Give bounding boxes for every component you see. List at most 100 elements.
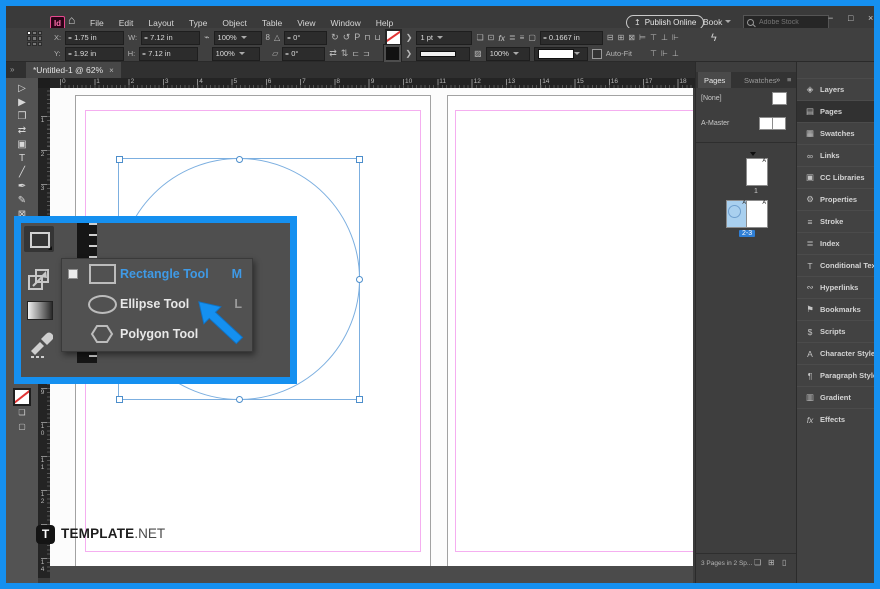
dock-item-swatches[interactable]: ▦Swatches [797,122,875,144]
menu-type[interactable]: Type [189,18,207,28]
scale-y-field[interactable]: 100% [212,47,260,61]
swatch-dropdown[interactable] [534,47,588,61]
w-field[interactable]: 7.12 in [141,31,200,45]
book-dropdown[interactable]: Book [703,15,731,28]
flyout-item-rectangle-tool[interactable]: Rectangle Tool M [62,259,252,289]
pen-tool[interactable]: ✒ [6,180,38,194]
menu-window[interactable]: Window [331,18,361,28]
menu-layout[interactable]: Layout [148,18,174,28]
stroke-style-dropdown[interactable] [416,47,470,61]
fill-stroke-proxy[interactable] [6,388,38,406]
dock-item-layers[interactable]: ◈Layers [797,78,875,100]
page-1-label[interactable]: 1 [754,188,758,195]
wrap-around-icon[interactable]: ≡ [520,34,525,42]
dock-item-scripts[interactable]: $Scripts [797,320,875,342]
eyedropper-tool[interactable] [27,327,53,359]
dock-item-bookmarks[interactable]: ⚑Bookmarks [797,298,875,320]
handle-top-center[interactable] [236,156,243,163]
distribute-left-icon[interactable]: ⊏ [352,50,359,58]
dock-item-hyperlinks[interactable]: ∾Hyperlinks [797,276,875,298]
fit-content-icon[interactable]: ⊞ [618,34,625,42]
edit-page-size-icon[interactable]: ❏ [754,558,761,567]
distribute-right-icon[interactable]: ⊐ [363,50,370,58]
menu-edit[interactable]: Edit [119,18,134,28]
content-collector-tool[interactable]: ▣ [6,138,38,152]
none-swatch[interactable] [13,388,31,406]
search-input[interactable] [757,18,821,27]
menu-help[interactable]: Help [376,18,393,28]
handle-top-right[interactable] [356,156,363,163]
corner-shape-icon[interactable]: ⊡ [488,34,495,42]
opacity-field[interactable]: 100% [486,47,530,61]
dock-item-stroke[interactable]: ≡Stroke [797,210,875,232]
fill-color-swatch[interactable] [384,45,401,62]
page-3-thumbnail[interactable]: A [746,200,768,228]
corner-options-icon[interactable]: ❏ [476,34,483,42]
pencil-tool[interactable]: ✎ [6,194,38,208]
x-field[interactable]: 1.75 in [65,31,124,45]
menu-table[interactable]: Table [262,18,282,28]
stroke-more-icon[interactable]: ❯ [406,34,413,42]
dock-item-index[interactable]: ≣Index [797,232,875,254]
page-tool[interactable]: ❐ [6,110,38,124]
flip-horizontal-icon[interactable]: ⇄ [329,49,337,58]
new-page-icon[interactable]: ⊞ [768,558,775,567]
tab-close-icon[interactable]: × [109,66,114,75]
align-bottom-icon[interactable]: ⊔ [375,34,381,42]
text-align-center-icon[interactable]: ⊩ [661,50,668,58]
tools-panel-chevrons-icon[interactable]: » [10,65,14,74]
wrap-none-icon[interactable]: ≣ [509,34,516,42]
dock-item-paragraph-styles[interactable]: ¶Paragraph Styles [797,364,875,386]
screen-mode-icon[interactable]: ▢ [18,422,26,431]
fill-frame-icon[interactable]: ⊠ [628,34,635,42]
page-1-thumbnail[interactable]: A [746,158,768,186]
maximize-button[interactable]: □ [848,14,853,23]
scale-x-field[interactable]: 100% [214,31,262,45]
dock-item-properties[interactable]: ⚙Properties [797,188,875,210]
autofit-checkbox[interactable] [592,49,602,59]
collapse-panel-icon[interactable]: » [776,75,780,84]
text-align-left-icon[interactable]: ⊤ [650,50,657,58]
gradient-swatch-tool[interactable] [27,301,53,320]
fit-frame-icon[interactable]: ⊟ [607,34,614,42]
h-field[interactable]: 7.12 in [139,47,198,61]
dock-item-effects[interactable]: fxEffects [797,408,875,430]
rotate-cw-icon[interactable]: ↻ [331,33,339,42]
home-icon[interactable]: ⌂ [68,14,75,26]
rectangle-tool-button[interactable] [24,226,54,252]
stroke-weight-field[interactable]: 1 pt [416,31,472,45]
flip-vertical-icon[interactable]: ⇅ [341,49,349,58]
dock-item-conditional-text[interactable]: TConditional Text [797,254,875,276]
close-button[interactable]: × [868,14,873,23]
paragraph-composer-icon[interactable]: P [354,33,360,42]
rotation-angle-field[interactable]: 0° [284,31,327,45]
align-left-icon[interactable]: ⊨ [639,34,646,42]
constrain-dimensions-icon[interactable]: ⌁ [204,33,209,42]
constrain-scale-icon[interactable]: 8 [266,34,270,42]
a-master-thumbnail-right[interactable] [772,117,786,130]
y-field[interactable]: 1.92 in [65,47,124,61]
tab-pages[interactable]: Pages [698,72,731,88]
handle-bottom-right[interactable] [356,396,363,403]
dock-item-cc-libraries[interactable]: ▣CC Libraries [797,166,875,188]
gap-tool[interactable]: ⇄ [6,124,38,138]
minimize-button[interactable]: − [828,14,833,23]
dock-item-links[interactable]: ∞Links [797,144,875,166]
distribute-icon[interactable]: ⊩ [672,34,679,42]
handle-bottom-left[interactable] [116,396,123,403]
menu-object[interactable]: Object [222,18,247,28]
delete-page-icon[interactable]: ▯ [782,558,786,567]
align-right-icon[interactable]: ⊥ [661,34,668,42]
line-tool[interactable]: ╱ [6,166,38,180]
normal-view-icon[interactable]: ❏ [18,408,25,417]
a-master-thumbnail-left[interactable] [759,117,773,130]
menu-file[interactable]: File [90,18,104,28]
align-top-icon[interactable]: ⊓ [364,34,370,42]
direct-selection-tool[interactable]: ▶ [6,96,38,110]
document-tab[interactable]: *Untitled-1 @ 62% × [26,62,121,78]
align-center-icon[interactable]: ⊤ [650,34,657,42]
quick-apply-icon[interactable]: ϟ [711,32,717,44]
dock-item-character-styles[interactable]: ACharacter Styles [797,342,875,364]
panel-menu-icon[interactable]: ≡ [787,75,791,84]
shear-angle-field[interactable]: 0° [282,47,325,61]
